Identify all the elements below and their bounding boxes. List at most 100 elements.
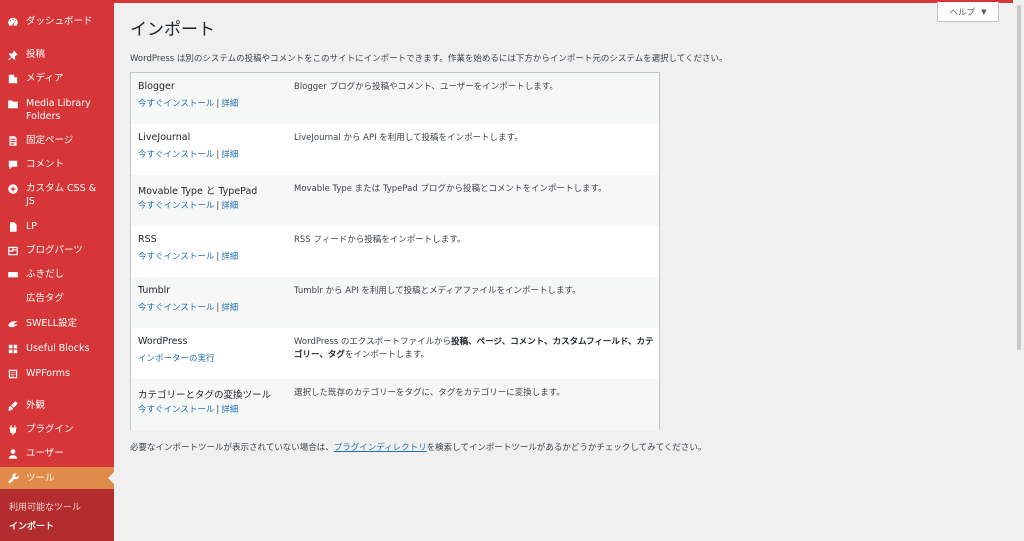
dashboard-icon xyxy=(7,16,19,28)
sidebar-item-label: Media Library Folders xyxy=(26,98,91,122)
importer-description: Movable Type または TypePad ブログから投稿とコメントをイン… xyxy=(294,184,607,194)
importer-actions: 今すぐインストール | 詳細 xyxy=(138,148,238,160)
forms-icon xyxy=(7,368,19,380)
sidebar-item-swell-settings[interactable]: SWELL設定 xyxy=(0,317,114,330)
sidebar-item-label: 広告タグ xyxy=(26,293,65,304)
sidebar-item-balloon[interactable]: ふきだし xyxy=(0,268,114,281)
sidebar-item-ad-tag[interactable]: 広告タグ xyxy=(0,292,114,305)
importer-description: LiveJournal から API を利用して投稿をインポートします。 xyxy=(294,133,523,143)
sidebar-item-media[interactable]: メディア xyxy=(0,72,114,85)
sidebar-item-custom-css-js[interactable]: カスタム CSS & JS xyxy=(0,182,114,208)
importer-description: Blogger ブログから投稿やコメント、ユーザーをインポートします。 xyxy=(294,82,558,92)
importer-actions: 今すぐインストール | 詳細 xyxy=(138,403,238,415)
importer-description: WordPress のエクスポートファイルから投稿、ページ、コメント、カスタムフ… xyxy=(294,337,654,360)
blank-icon xyxy=(7,293,19,305)
sidebar-item-appearance[interactable]: 外観 xyxy=(0,399,114,412)
importer-name: WordPress xyxy=(138,336,188,347)
comment-icon xyxy=(7,159,19,171)
top-accent-bar xyxy=(0,0,1024,3)
sidebar-item-pages[interactable]: 固定ページ xyxy=(0,134,114,147)
sidebar-item-tools[interactable]: ツール xyxy=(0,467,114,489)
sidebar-item-users[interactable]: ユーザー xyxy=(0,447,114,460)
install-now-link[interactable]: 今すぐインストール xyxy=(138,252,214,262)
scrollbar-thumb[interactable] xyxy=(1017,5,1021,350)
importer-row-category-tag-converter: カテゴリーとタグの変換ツール 今すぐインストール | 詳細 選択した既存のカテゴリー… xyxy=(131,379,659,430)
importer-description: RSS フィードから投稿をインポートします。 xyxy=(294,235,466,245)
sidebar-item-label: LP xyxy=(26,221,38,232)
importer-row-movable-type: Movable Type と TypePad 今すぐインストール | 詳細 Mova… xyxy=(131,175,659,226)
sidebar-item-label: ツール xyxy=(26,472,55,484)
sidebar-item-label: カスタム CSS & JS xyxy=(26,183,97,207)
sidebar-item-blog-parts[interactable]: ブログパーツ xyxy=(0,244,114,257)
details-link[interactable]: 詳細 xyxy=(221,252,238,262)
details-link[interactable]: 詳細 xyxy=(221,99,238,109)
details-link[interactable]: 詳細 xyxy=(221,150,238,160)
sidebar-item-label: コメント xyxy=(26,159,65,170)
importer-description: 選択した既存のカテゴリーをタグに、タグをカテゴリーに変換します。 xyxy=(294,388,565,398)
importer-name: Blogger xyxy=(138,81,175,92)
sidebar-item-lp[interactable]: LP xyxy=(0,220,114,233)
sidebar-item-label: 投稿 xyxy=(26,49,46,60)
sidebar-item-comments[interactable]: コメント xyxy=(0,158,114,171)
media-icon xyxy=(7,73,19,85)
install-now-link[interactable]: 今すぐインストール xyxy=(138,405,214,415)
help-button[interactable]: ヘルプ ▼ xyxy=(937,2,999,22)
submenu-available-tools[interactable]: 利用可能なツール xyxy=(9,500,81,513)
sidebar-item-dashboard[interactable]: ダッシュボード xyxy=(0,15,114,28)
sidebar-item-label: ダッシュボード xyxy=(26,16,93,27)
details-link[interactable]: 詳細 xyxy=(221,303,238,313)
intro-text: WordPress は別のシステムの投稿やコメントをこのサイトにインポートできま… xyxy=(130,54,728,64)
document-icon xyxy=(7,221,19,233)
importer-actions: インポーターの実行 xyxy=(138,352,215,364)
separator: | xyxy=(216,405,220,415)
pin-icon xyxy=(7,49,19,61)
importer-name: RSS xyxy=(138,234,157,245)
separator: | xyxy=(216,150,220,160)
importer-row-wordpress: WordPress インポーターの実行 WordPress のエクスポートファイ… xyxy=(131,328,659,379)
plugin-directory-link[interactable]: プラグインディレクトリ xyxy=(334,443,427,453)
sidebar-item-label: 固定ページ xyxy=(26,135,74,146)
tools-submenu: 利用可能なツール インポート xyxy=(0,489,114,541)
importer-row-rss: RSS 今すぐインストール | 詳細 RSS フィードから投稿をインポートします。 xyxy=(131,226,659,277)
details-link[interactable]: 詳細 xyxy=(221,201,238,211)
details-link[interactable]: 詳細 xyxy=(221,405,238,415)
importer-row-livejournal: LiveJournal 今すぐインストール | 詳細 LiveJournal から … xyxy=(131,124,659,175)
install-now-link[interactable]: 今すぐインストール xyxy=(138,201,214,211)
submenu-import[interactable]: インポート xyxy=(9,519,54,532)
sidebar-item-posts[interactable]: 投稿 xyxy=(0,48,114,61)
sidebar-item-label: プラグイン xyxy=(26,424,74,435)
importer-name: LiveJournal xyxy=(138,132,191,143)
importer-actions: 今すぐインストール | 詳細 xyxy=(138,97,238,109)
sidebar-item-useful-blocks[interactable]: Useful Blocks xyxy=(0,342,114,355)
plugin-icon xyxy=(7,424,19,436)
caret-down-icon: ▼ xyxy=(981,7,987,16)
sidebar-item-label: ユーザー xyxy=(26,448,64,459)
separator: | xyxy=(216,201,220,211)
install-now-link[interactable]: 今すぐインストール xyxy=(138,150,214,160)
install-now-link[interactable]: 今すぐインストール xyxy=(138,99,214,109)
user-icon xyxy=(7,448,19,460)
separator: | xyxy=(216,99,220,109)
importer-name: Movable Type と TypePad xyxy=(138,186,258,197)
importer-row-blogger: Blogger 今すぐインストール | 詳細 Blogger ブログから投稿やコメン… xyxy=(131,73,659,124)
importer-actions: 今すぐインストール | 詳細 xyxy=(138,250,238,262)
sidebar-item-label: 外観 xyxy=(26,400,46,411)
sidebar-item-wpforms[interactable]: WPForms xyxy=(0,367,114,380)
wrench-icon xyxy=(7,472,19,484)
sidebar-item-media-library-folders[interactable]: Media Library Folders xyxy=(0,97,114,123)
importers-table: Blogger 今すぐインストール | 詳細 Blogger ブログから投稿やコメン… xyxy=(130,72,660,430)
run-importer-link[interactable]: インポーターの実行 xyxy=(138,354,215,364)
folders-icon xyxy=(7,98,19,110)
install-now-link[interactable]: 今すぐインストール xyxy=(138,303,214,313)
sidebar-item-label: SWELL設定 xyxy=(26,318,78,329)
admin-sidebar: ダッシュボード 投稿 メディア Media Library Folders 固定ペ… xyxy=(0,0,114,541)
sidebar-item-label: Useful Blocks xyxy=(26,343,90,354)
importer-actions: 今すぐインストール | 詳細 xyxy=(138,199,238,211)
separator: | xyxy=(216,252,220,262)
footer-note: 必要なインポートツールが表示されていない場合は、プラグインディレクトリを検索して… xyxy=(130,443,707,453)
sidebar-item-label: WPForms xyxy=(26,368,71,379)
sidebar-item-label: メディア xyxy=(26,73,64,84)
sidebar-item-plugins[interactable]: プラグイン xyxy=(0,423,114,436)
importer-name: カテゴリーとタグの変換ツール xyxy=(138,390,272,401)
sidebar-item-label: ブログパーツ xyxy=(26,245,83,256)
